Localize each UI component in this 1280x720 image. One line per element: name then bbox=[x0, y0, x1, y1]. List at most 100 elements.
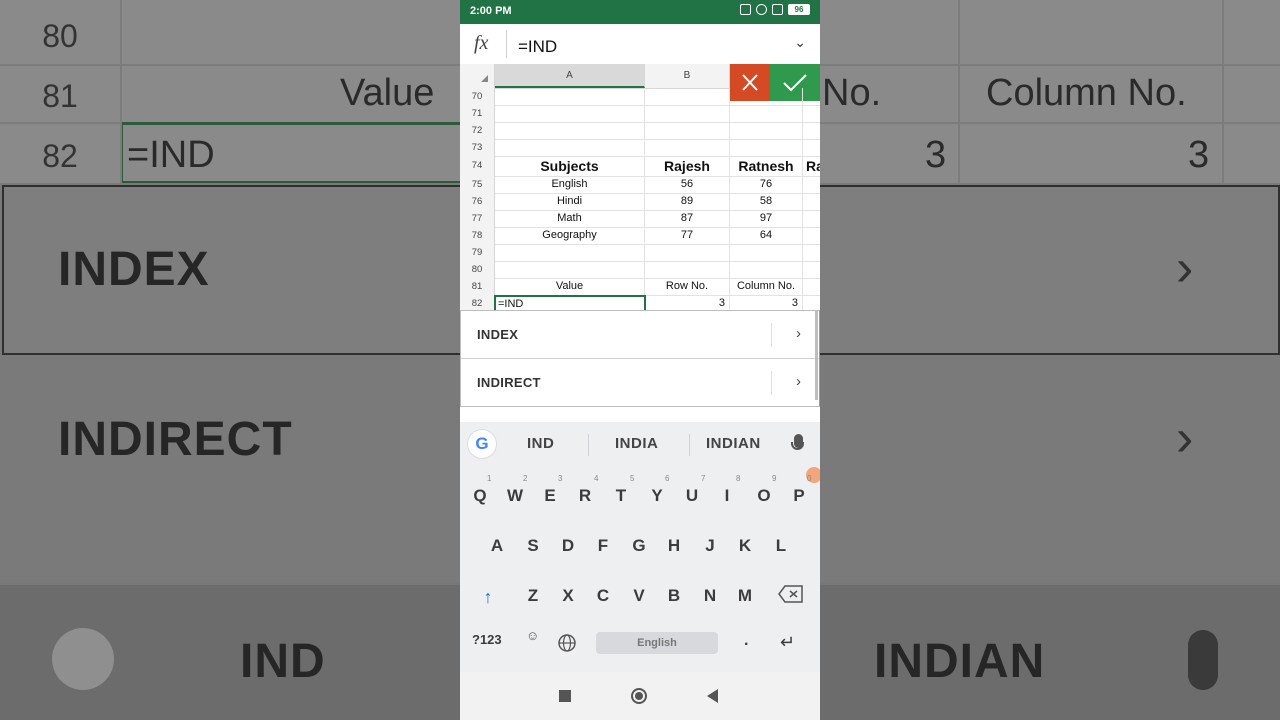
cell[interactable] bbox=[495, 261, 645, 278]
row-number[interactable]: 76 bbox=[460, 193, 495, 210]
formula-input[interactable]: =IND bbox=[518, 37, 557, 57]
cell-header[interactable]: Ratnesh bbox=[730, 156, 803, 176]
cell[interactable] bbox=[645, 122, 730, 139]
home-icon[interactable] bbox=[631, 688, 647, 704]
row-number[interactable]: 71 bbox=[460, 105, 495, 122]
cell-header[interactable]: Rajesh bbox=[645, 156, 730, 176]
keyboard-suggestion[interactable]: IND bbox=[527, 435, 554, 452]
cell[interactable] bbox=[495, 105, 645, 122]
column-header-a[interactable]: A bbox=[495, 64, 645, 88]
cell[interactable]: 97 bbox=[730, 210, 803, 227]
keyboard-suggestion[interactable]: INDIAN bbox=[706, 435, 761, 452]
row-number[interactable]: 75 bbox=[460, 176, 495, 193]
chevron-right-icon[interactable]: › bbox=[796, 325, 801, 342]
scrollbar[interactable] bbox=[815, 310, 818, 400]
backspace-icon[interactable] bbox=[778, 585, 804, 603]
autocomplete-item-index[interactable]: INDEX › bbox=[461, 311, 819, 359]
mic-icon[interactable] bbox=[791, 434, 804, 450]
cell[interactable]: Value bbox=[495, 278, 645, 295]
cell[interactable]: 56 bbox=[645, 176, 730, 193]
select-all-corner[interactable] bbox=[460, 64, 495, 88]
key-hint: 0 bbox=[807, 474, 812, 483]
row-number[interactable]: 80 bbox=[460, 261, 495, 278]
cell[interactable] bbox=[495, 122, 645, 139]
key-g[interactable]: G bbox=[624, 524, 654, 564]
row-number[interactable]: 73 bbox=[460, 139, 495, 156]
cell[interactable]: Math bbox=[495, 210, 645, 227]
period-key[interactable]: . bbox=[744, 632, 748, 650]
key-l[interactable]: L bbox=[766, 524, 796, 564]
key-b[interactable]: B bbox=[659, 574, 689, 614]
row-number[interactable]: 79 bbox=[460, 244, 495, 261]
cell[interactable] bbox=[645, 139, 730, 156]
google-icon[interactable]: G bbox=[468, 430, 496, 458]
shift-key-icon[interactable]: ↑ bbox=[474, 582, 502, 612]
divider bbox=[771, 371, 772, 395]
table-row: 72 bbox=[460, 122, 820, 140]
cell[interactable]: 87 bbox=[645, 210, 730, 227]
cell[interactable]: 58 bbox=[730, 193, 803, 210]
cell[interactable] bbox=[495, 139, 645, 156]
key-hint: 4 bbox=[594, 474, 599, 483]
cell-header[interactable]: Ra bbox=[803, 156, 820, 176]
cell[interactable] bbox=[645, 105, 730, 122]
key-v[interactable]: V bbox=[624, 574, 654, 614]
cell-header[interactable]: Subjects bbox=[495, 156, 645, 176]
cell[interactable]: Hindi bbox=[495, 193, 645, 210]
cell[interactable]: 77 bbox=[645, 227, 730, 244]
cell[interactable] bbox=[730, 105, 803, 122]
numbers-key[interactable]: ?123 bbox=[472, 632, 502, 647]
space-key[interactable]: English bbox=[596, 632, 718, 654]
cell[interactable] bbox=[645, 88, 730, 105]
row-number[interactable]: 78 bbox=[460, 227, 495, 244]
key-z[interactable]: Z bbox=[518, 574, 548, 614]
cell[interactable] bbox=[730, 122, 803, 139]
cell[interactable] bbox=[645, 244, 730, 261]
recents-icon[interactable] bbox=[559, 690, 571, 702]
cell[interactable]: Column No. bbox=[730, 278, 803, 295]
key-h[interactable]: H bbox=[659, 524, 689, 564]
key-s[interactable]: S bbox=[518, 524, 548, 564]
cell[interactable]: 76 bbox=[730, 176, 803, 193]
key-f[interactable]: F bbox=[588, 524, 618, 564]
key-j[interactable]: J bbox=[695, 524, 725, 564]
cell[interactable] bbox=[730, 261, 803, 278]
cell[interactable]: 64 bbox=[730, 227, 803, 244]
cell[interactable]: Geography bbox=[495, 227, 645, 244]
key-a[interactable]: A bbox=[482, 524, 512, 564]
cell[interactable] bbox=[730, 244, 803, 261]
cell[interactable] bbox=[495, 88, 645, 105]
cell[interactable] bbox=[495, 244, 645, 261]
chevron-down-icon[interactable]: ⌄ bbox=[794, 34, 806, 51]
back-icon[interactable] bbox=[707, 689, 718, 703]
cell[interactable]: English bbox=[495, 176, 645, 193]
autocomplete-item-indirect[interactable]: INDIRECT › bbox=[461, 359, 819, 406]
row-number[interactable]: 81 bbox=[460, 278, 495, 295]
fx-icon[interactable]: fx bbox=[474, 32, 488, 55]
cell[interactable] bbox=[730, 88, 803, 105]
formula-bar[interactable]: fx =IND ⌄ bbox=[460, 24, 820, 65]
key-m[interactable]: M bbox=[730, 574, 760, 614]
globe-icon[interactable] bbox=[558, 634, 576, 652]
enter-key-icon[interactable]: ↵ bbox=[780, 632, 795, 653]
key-d[interactable]: D bbox=[553, 524, 583, 564]
row-number[interactable]: 70 bbox=[460, 88, 495, 105]
emoji-icon[interactable]: ☺ bbox=[526, 628, 539, 643]
cell[interactable]: Row No. bbox=[645, 278, 730, 295]
cell[interactable]: 89 bbox=[645, 193, 730, 210]
key-x[interactable]: X bbox=[553, 574, 583, 614]
divider bbox=[689, 434, 690, 456]
key-k[interactable]: K bbox=[730, 524, 760, 564]
table-row: 80 bbox=[460, 261, 820, 279]
row-number[interactable]: 72 bbox=[460, 122, 495, 139]
key-c[interactable]: C bbox=[588, 574, 618, 614]
cell[interactable] bbox=[645, 261, 730, 278]
keyboard-suggestion[interactable]: INDIA bbox=[615, 435, 658, 452]
column-header-b[interactable]: B bbox=[645, 64, 730, 88]
key-n[interactable]: N bbox=[695, 574, 725, 614]
background-chevron-icon: › bbox=[1176, 239, 1194, 297]
row-number[interactable]: 74 bbox=[460, 156, 495, 176]
cell[interactable] bbox=[730, 139, 803, 156]
chevron-right-icon[interactable]: › bbox=[796, 373, 801, 390]
row-number[interactable]: 77 bbox=[460, 210, 495, 227]
